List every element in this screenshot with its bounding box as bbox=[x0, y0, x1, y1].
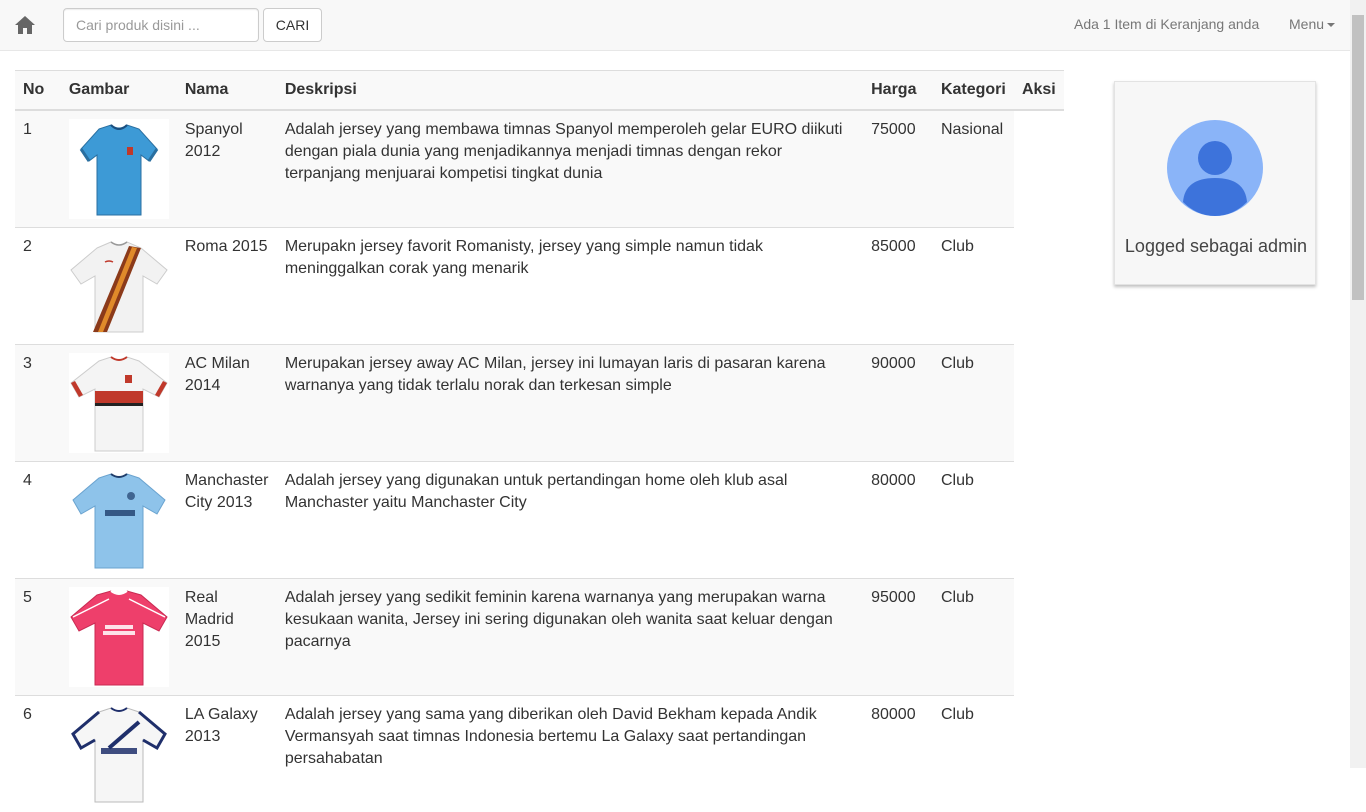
caret-down-icon bbox=[1327, 23, 1336, 28]
cart-link[interactable]: Ada 1 Item di Keranjang anda bbox=[1074, 16, 1259, 32]
search-input[interactable] bbox=[63, 8, 259, 42]
cell-nama: LA Galaxy 2013 bbox=[176, 694, 277, 812]
cell-deskripsi: Merupakn jersey favorit Romanisty, jerse… bbox=[276, 226, 864, 344]
table-row: 2 Roma 2015 Merupakn jersey favorit Roma… bbox=[15, 226, 1064, 344]
cell-kategori: Club bbox=[932, 343, 1014, 461]
search-button[interactable]: CARI bbox=[263, 8, 322, 42]
cell-harga: 90000 bbox=[863, 343, 933, 461]
blue-jersey-image bbox=[68, 118, 169, 219]
cell-deskripsi: Adalah jersey yang membawa timnas Spanyo… bbox=[276, 109, 864, 227]
cell-gambar bbox=[60, 577, 177, 695]
menu-dropdown[interactable]: Menu bbox=[1289, 16, 1336, 32]
cell-deskripsi: Adalah jersey yang sama yang diberikan o… bbox=[276, 694, 864, 812]
header-harga: Harga bbox=[863, 70, 933, 111]
cell-harga: 80000 bbox=[863, 460, 933, 578]
sky-blue-jersey-image bbox=[68, 469, 169, 570]
header-nama: Nama bbox=[176, 70, 277, 111]
navbar: CARI Ada 1 Item di Keranjang anda Menu bbox=[0, 0, 1350, 51]
cell-no: 2 bbox=[15, 226, 61, 344]
cell-harga: 95000 bbox=[863, 577, 933, 695]
cell-gambar bbox=[60, 343, 177, 461]
cell-gambar bbox=[60, 226, 177, 344]
header-gambar: Gambar bbox=[60, 70, 177, 111]
home-icon bbox=[15, 16, 35, 34]
cell-aksi bbox=[1013, 695, 1064, 812]
cell-no: 1 bbox=[15, 109, 61, 227]
cell-aksi bbox=[1013, 344, 1064, 461]
cell-aksi bbox=[1013, 578, 1064, 695]
cell-deskripsi: Adalah jersey yang sedikit feminin karen… bbox=[276, 577, 864, 695]
cell-gambar bbox=[60, 109, 177, 227]
cell-gambar bbox=[60, 694, 177, 812]
cell-harga: 75000 bbox=[863, 109, 933, 227]
product-table: No Gambar Nama Deskripsi Harga Kategori … bbox=[15, 70, 1064, 812]
cell-aksi bbox=[1013, 227, 1064, 344]
table-row: 5 Real Madrid 2015 Adalah jersey yang se… bbox=[15, 577, 1064, 695]
header-deskripsi: Deskripsi bbox=[276, 70, 864, 111]
cell-deskripsi: Merupakan jersey away AC Milan, jersey i… bbox=[276, 343, 864, 461]
admin-card: Logged sebagai admin bbox=[1114, 81, 1316, 285]
cell-no: 4 bbox=[15, 460, 61, 578]
header-aksi: Aksi bbox=[1013, 70, 1064, 111]
cell-nama: AC Milan 2014 bbox=[176, 343, 277, 461]
header-kategori: Kategori bbox=[932, 70, 1014, 111]
cell-kategori: Club bbox=[932, 694, 1014, 812]
table-header-row: No Gambar Nama Deskripsi Harga Kategori … bbox=[15, 70, 1064, 111]
cell-kategori: Club bbox=[932, 577, 1014, 695]
logged-in-text: Logged sebagai admin bbox=[1124, 236, 1308, 256]
white-red-jersey-image bbox=[68, 352, 169, 453]
cell-kategori: Nasional bbox=[932, 109, 1014, 227]
table-row: 1 Spanyol 2012 Adalah jersey yang membaw… bbox=[15, 109, 1064, 227]
cell-kategori: Club bbox=[932, 226, 1014, 344]
pink-jersey-image bbox=[68, 586, 169, 687]
table-row: 6 LA Galaxy 2013 Adalah jersey yang sama… bbox=[15, 694, 1064, 812]
cell-no: 3 bbox=[15, 343, 61, 461]
cell-harga: 85000 bbox=[863, 226, 933, 344]
user-avatar-icon bbox=[1167, 120, 1263, 216]
cell-nama: Manchaster City 2013 bbox=[176, 460, 277, 578]
cell-no: 5 bbox=[15, 577, 61, 695]
table-row: 4 Manchaster City 2013 Adalah jersey yan… bbox=[15, 460, 1064, 578]
cell-gambar bbox=[60, 460, 177, 578]
table-row: 3 AC Milan 2014 Merupakan jersey away AC… bbox=[15, 343, 1064, 461]
cell-harga: 80000 bbox=[863, 694, 933, 812]
white-navy-jersey-image bbox=[68, 703, 169, 804]
cell-nama: Roma 2015 bbox=[176, 226, 277, 344]
cell-kategori: Club bbox=[932, 460, 1014, 578]
cell-aksi bbox=[1013, 461, 1064, 578]
cell-nama: Spanyol 2012 bbox=[176, 109, 277, 227]
scrollbar-thumb[interactable] bbox=[1352, 15, 1364, 300]
menu-label: Menu bbox=[1289, 16, 1325, 32]
cell-no: 6 bbox=[15, 694, 61, 812]
home-button[interactable] bbox=[11, 11, 39, 39]
cell-nama: Real Madrid 2015 bbox=[176, 577, 277, 695]
cell-aksi bbox=[1013, 109, 1064, 227]
page-scrollbar[interactable] bbox=[1350, 0, 1366, 768]
header-no: No bbox=[15, 70, 61, 111]
white-sash-jersey-image bbox=[68, 235, 169, 336]
cell-deskripsi: Adalah jersey yang digunakan untuk perta… bbox=[276, 460, 864, 578]
